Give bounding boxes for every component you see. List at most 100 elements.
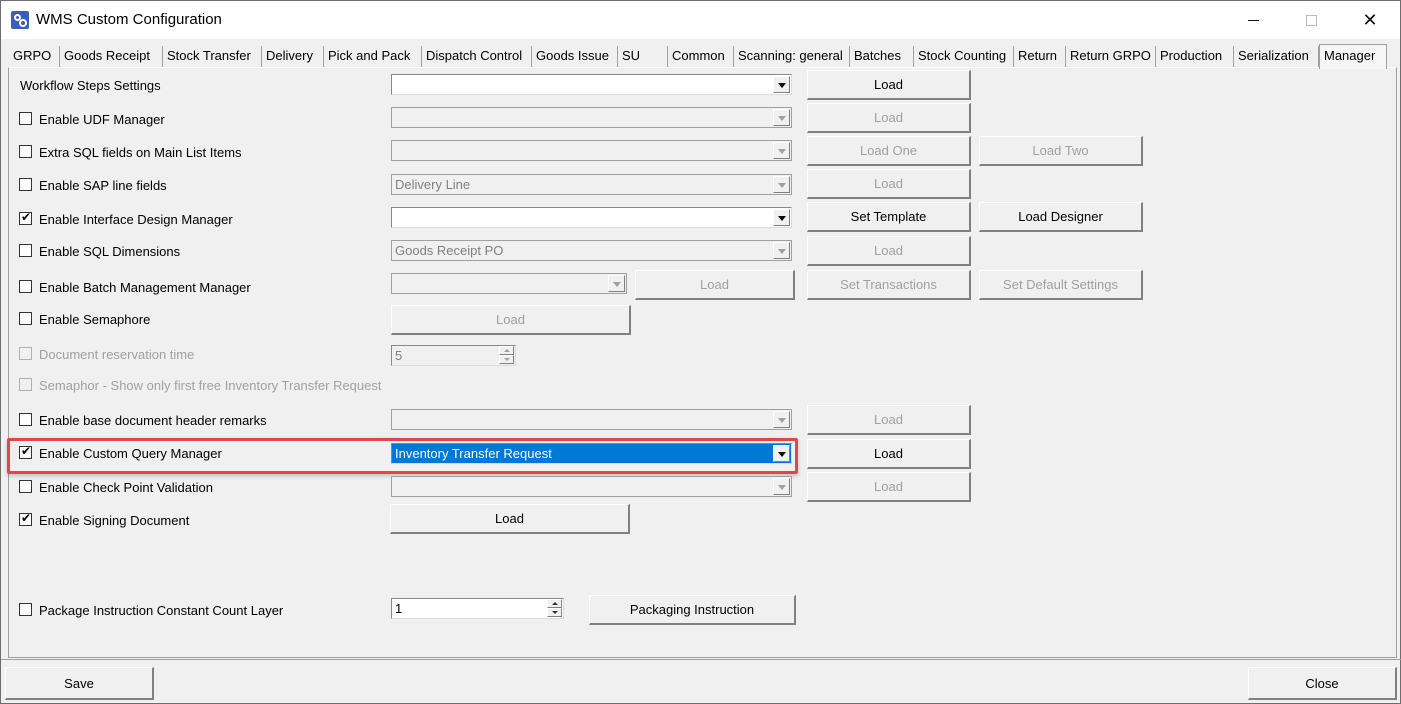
tab-stock-counting[interactable]: Stock Counting xyxy=(914,46,1014,68)
check-icon: ✔ xyxy=(21,511,32,525)
dropdown-arrow-icon[interactable] xyxy=(773,142,790,159)
batch-management-combo[interactable] xyxy=(391,273,627,294)
dropdown-arrow-icon[interactable] xyxy=(773,411,790,428)
package-instruction-checkbox[interactable] xyxy=(19,603,32,616)
tab-su[interactable]: SU xyxy=(618,46,668,68)
sap-line-fields-checkbox[interactable] xyxy=(19,178,32,191)
maximize-button[interactable] xyxy=(1288,1,1334,39)
set-template-button[interactable]: Set Template xyxy=(807,202,971,232)
footer-divider xyxy=(1,659,1401,660)
reservation-time-checkbox[interactable] xyxy=(19,347,32,360)
close-window-button[interactable]: ✕ xyxy=(1347,1,1393,39)
base-remarks-checkbox[interactable] xyxy=(19,413,32,426)
save-button[interactable]: Save xyxy=(5,667,154,700)
set-default-settings-button[interactable]: Set Default Settings xyxy=(979,270,1143,300)
sap-line-load-button[interactable]: Load xyxy=(807,169,971,199)
signing-document-label: Enable Signing Document xyxy=(39,513,190,528)
tab-grpo[interactable]: GRPO xyxy=(9,46,60,68)
extra-sql-checkbox[interactable] xyxy=(19,145,32,158)
check-icon: ✔ xyxy=(21,210,32,224)
spin-up-icon[interactable] xyxy=(547,599,562,608)
tab-serialization[interactable]: Serialization xyxy=(1234,46,1319,68)
dropdown-arrow-icon[interactable] xyxy=(773,76,790,93)
tab-common[interactable]: Common xyxy=(668,46,734,68)
tab-stock-transfer[interactable]: Stock Transfer xyxy=(163,46,262,68)
dropdown-arrow-icon[interactable] xyxy=(773,445,790,462)
batch-management-checkbox[interactable] xyxy=(19,280,32,293)
tab-delivery[interactable]: Delivery xyxy=(262,46,324,68)
interface-design-combo[interactable] xyxy=(391,207,792,228)
spin-down-icon[interactable] xyxy=(499,355,514,364)
dropdown-arrow-icon[interactable] xyxy=(773,209,790,226)
workflow-steps-combo[interactable] xyxy=(391,74,792,95)
tab-batches[interactable]: Batches xyxy=(850,46,914,68)
tab-scanning-general[interactable]: Scanning: general xyxy=(734,46,850,68)
extra-sql-combo[interactable] xyxy=(391,140,792,161)
dropdown-arrow-icon[interactable] xyxy=(773,176,790,193)
window: WMS Custom Configuration ✕ GRPO Goods Re… xyxy=(0,0,1401,704)
semaphore-load-button[interactable]: Load xyxy=(391,305,631,335)
semaphore-checkbox[interactable] xyxy=(19,312,32,325)
close-icon: ✕ xyxy=(1362,9,1378,30)
check-point-load-button[interactable]: Load xyxy=(807,472,971,502)
dropdown-arrow-icon[interactable] xyxy=(773,478,790,495)
base-remarks-combo[interactable] xyxy=(391,409,792,430)
interface-design-label: Enable Interface Design Manager xyxy=(39,212,233,227)
semaphore-label: Enable Semaphore xyxy=(39,312,151,327)
udf-load-button[interactable]: Load xyxy=(807,103,971,133)
sql-dimensions-combo[interactable]: Goods Receipt PO xyxy=(391,240,792,261)
tab-manager[interactable]: Manager xyxy=(1319,44,1387,69)
check-point-label: Enable Check Point Validation xyxy=(39,480,213,495)
custom-query-load-button[interactable]: Load xyxy=(807,439,971,469)
tab-goods-receipt[interactable]: Goods Receipt xyxy=(60,46,163,68)
tab-strip: GRPO Goods Receipt Stock Transfer Delive… xyxy=(9,44,1401,69)
udf-manager-checkbox[interactable] xyxy=(19,112,32,125)
check-icon: ✔ xyxy=(21,444,32,458)
load-two-button[interactable]: Load Two xyxy=(979,136,1143,166)
udf-manager-label: Enable UDF Manager xyxy=(39,112,165,127)
close-button[interactable]: Close xyxy=(1248,667,1397,700)
packaging-instruction-button[interactable]: Packaging Instruction xyxy=(589,595,796,625)
spin-down-icon[interactable] xyxy=(547,608,562,617)
package-instruction-label: Package Instruction Constant Count Layer xyxy=(39,603,284,618)
tab-pick-and-pack[interactable]: Pick and Pack xyxy=(324,46,422,68)
load-designer-button[interactable]: Load Designer xyxy=(979,202,1143,232)
minimize-icon xyxy=(1247,19,1259,21)
title-bar: WMS Custom Configuration ✕ xyxy=(1,1,1400,39)
tab-return-grpo[interactable]: Return GRPO xyxy=(1066,46,1156,68)
tab-return[interactable]: Return xyxy=(1014,46,1066,68)
sap-line-fields-label: Enable SAP line fields xyxy=(39,178,167,193)
set-transactions-button[interactable]: Set Transactions xyxy=(807,270,971,300)
tab-production[interactable]: Production xyxy=(1156,46,1234,68)
sql-dimensions-label: Enable SQL Dimensions xyxy=(39,244,181,259)
custom-query-combo[interactable]: Inventory Transfer Request xyxy=(391,443,792,464)
signing-load-button[interactable]: Load xyxy=(390,504,630,534)
load-one-button[interactable]: Load One xyxy=(807,136,971,166)
check-point-combo[interactable] xyxy=(391,476,792,497)
package-count-spinner[interactable]: 1 xyxy=(391,598,564,619)
sql-dimensions-load-button[interactable]: Load xyxy=(807,236,971,266)
sql-dimensions-checkbox[interactable] xyxy=(19,244,32,257)
check-point-checkbox[interactable] xyxy=(19,480,32,493)
reservation-time-spinner[interactable]: 5 xyxy=(391,345,516,366)
tab-dispatch-control[interactable]: Dispatch Control xyxy=(422,46,532,68)
dropdown-arrow-icon[interactable] xyxy=(773,242,790,259)
sap-line-fields-combo[interactable]: Delivery Line xyxy=(391,174,792,195)
batch-load-button[interactable]: Load xyxy=(635,270,795,300)
dropdown-arrow-icon[interactable] xyxy=(608,275,625,292)
workflow-steps-label: Workflow Steps Settings xyxy=(20,78,161,93)
interface-design-checkbox[interactable]: ✔ xyxy=(19,210,32,225)
batch-management-label: Enable Batch Management Manager xyxy=(39,280,251,295)
signing-document-checkbox[interactable]: ✔ xyxy=(19,511,32,526)
tab-goods-issue[interactable]: Goods Issue xyxy=(532,46,618,68)
extra-sql-label: Extra SQL fields on Main List Items xyxy=(39,145,242,160)
semaphor-first-checkbox[interactable] xyxy=(19,378,32,391)
base-remarks-load-button[interactable]: Load xyxy=(807,405,971,435)
custom-query-checkbox[interactable]: ✔ xyxy=(19,444,32,459)
udf-manager-combo[interactable] xyxy=(391,107,792,128)
dropdown-arrow-icon[interactable] xyxy=(773,109,790,126)
minimize-button[interactable] xyxy=(1230,1,1276,39)
workflow-load-button[interactable]: Load xyxy=(807,70,971,100)
gears-icon xyxy=(11,11,29,29)
spin-up-icon[interactable] xyxy=(499,346,514,355)
